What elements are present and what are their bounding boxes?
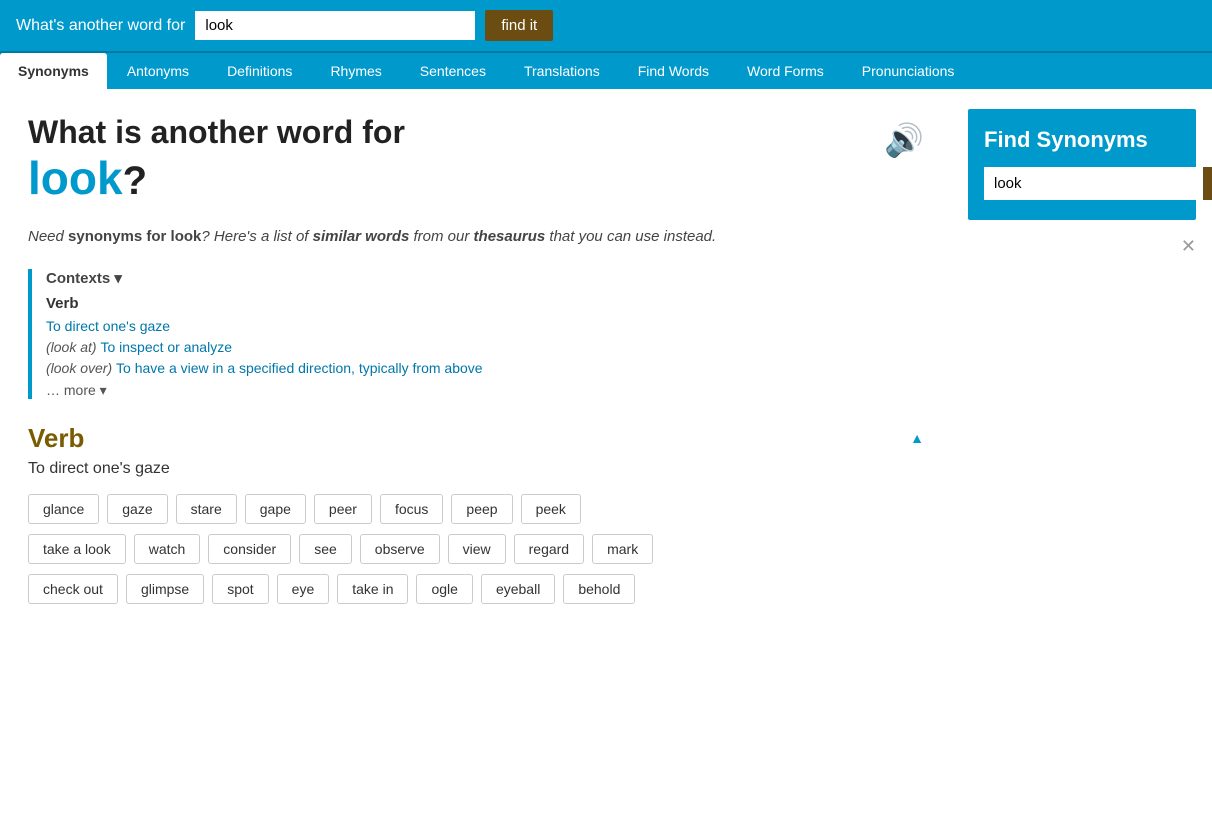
header-label: What's another word for <box>16 17 185 35</box>
verb-section: Verb ▲ To direct one's gaze glance gaze … <box>28 423 924 604</box>
tab-find-words[interactable]: Find Words <box>620 53 727 89</box>
verb-collapse-icon[interactable]: ▲ <box>910 430 924 446</box>
find-synonyms-box: Find Synonyms go <box>968 109 1196 220</box>
tab-pronunciations[interactable]: Pronunciations <box>844 53 973 89</box>
find-synonyms-input[interactable] <box>984 167 1203 200</box>
search-word: look <box>28 152 123 204</box>
verb-header: Verb ▲ <box>28 423 924 454</box>
chip-glimpse[interactable]: glimpse <box>126 574 204 604</box>
tab-word-forms[interactable]: Word Forms <box>729 53 842 89</box>
nav-tabs: Synonyms Antonyms Definitions Rhymes Sen… <box>0 51 1212 89</box>
chip-consider[interactable]: consider <box>208 534 291 564</box>
tab-antonyms[interactable]: Antonyms <box>109 53 207 89</box>
find-synonyms-title: Find Synonyms <box>984 127 1180 153</box>
chips-row-2: take a look watch consider see observe v… <box>28 534 924 564</box>
content-area: What is another word for look? 🔊 Need sy… <box>0 89 952 638</box>
close-icon[interactable]: ✕ <box>968 236 1196 257</box>
tab-sentences[interactable]: Sentences <box>402 53 504 89</box>
chip-take-a-look[interactable]: take a look <box>28 534 126 564</box>
title-row: What is another word for look? 🔊 <box>28 113 924 207</box>
search-input[interactable] <box>195 11 475 40</box>
chips-row-3: check out glimpse spot eye take in ogle … <box>28 574 924 604</box>
chip-observe[interactable]: observe <box>360 534 440 564</box>
tab-synonyms[interactable]: Synonyms <box>0 53 107 89</box>
sidebar: Find Synonyms go ✕ <box>952 89 1212 638</box>
chip-stare[interactable]: stare <box>176 494 237 524</box>
chip-eye[interactable]: eye <box>277 574 330 604</box>
question-mark: ? <box>123 159 147 203</box>
chip-gaze[interactable]: gaze <box>107 494 167 524</box>
chip-eyeball[interactable]: eyeball <box>481 574 555 604</box>
chip-peek[interactable]: peek <box>521 494 581 524</box>
header: What's another word for find it <box>0 0 1212 51</box>
chip-peer[interactable]: peer <box>314 494 372 524</box>
chip-mark[interactable]: mark <box>592 534 653 564</box>
chip-behold[interactable]: behold <box>563 574 635 604</box>
chip-see[interactable]: see <box>299 534 352 564</box>
chips-row-1: glance gaze stare gape peer focus peep p… <box>28 494 924 524</box>
chip-take-in[interactable]: take in <box>337 574 408 604</box>
context-type: Verb <box>46 295 924 312</box>
tab-rhymes[interactable]: Rhymes <box>312 53 399 89</box>
find-synonyms-row: go <box>984 167 1180 200</box>
title-prefix: What is another word for <box>28 114 405 150</box>
contexts-header[interactable]: Contexts ▾ <box>46 269 924 287</box>
contexts-box: Contexts ▾ Verb To direct one's gaze (lo… <box>28 269 924 399</box>
sound-icon[interactable]: 🔊 <box>884 121 924 159</box>
chip-gape[interactable]: gape <box>245 494 306 524</box>
context-item-2[interactable]: (look at) To inspect or analyze <box>46 339 924 355</box>
main-layout: What is another word for look? 🔊 Need sy… <box>0 89 1212 638</box>
tab-definitions[interactable]: Definitions <box>209 53 310 89</box>
chip-watch[interactable]: watch <box>134 534 201 564</box>
context-item-3[interactable]: (look over) To have a view in a specifie… <box>46 360 924 376</box>
chip-ogle[interactable]: ogle <box>416 574 472 604</box>
context-item-1[interactable]: To direct one's gaze <box>46 318 924 334</box>
chip-focus[interactable]: focus <box>380 494 443 524</box>
verb-title: Verb <box>28 423 84 454</box>
chip-regard[interactable]: regard <box>514 534 584 564</box>
chip-spot[interactable]: spot <box>212 574 268 604</box>
chip-glance[interactable]: glance <box>28 494 99 524</box>
find-it-button[interactable]: find it <box>485 10 553 41</box>
page-title: What is another word for look? <box>28 113 405 207</box>
chip-view[interactable]: view <box>448 534 506 564</box>
tab-translations[interactable]: Translations <box>506 53 618 89</box>
chip-check-out[interactable]: check out <box>28 574 118 604</box>
find-synonyms-go-button[interactable]: go <box>1203 167 1212 200</box>
verb-subtitle: To direct one's gaze <box>28 460 924 478</box>
context-more[interactable]: … more ▾ <box>46 382 924 399</box>
description: Need synonyms for look? Here's a list of… <box>28 225 924 249</box>
chip-peep[interactable]: peep <box>451 494 512 524</box>
